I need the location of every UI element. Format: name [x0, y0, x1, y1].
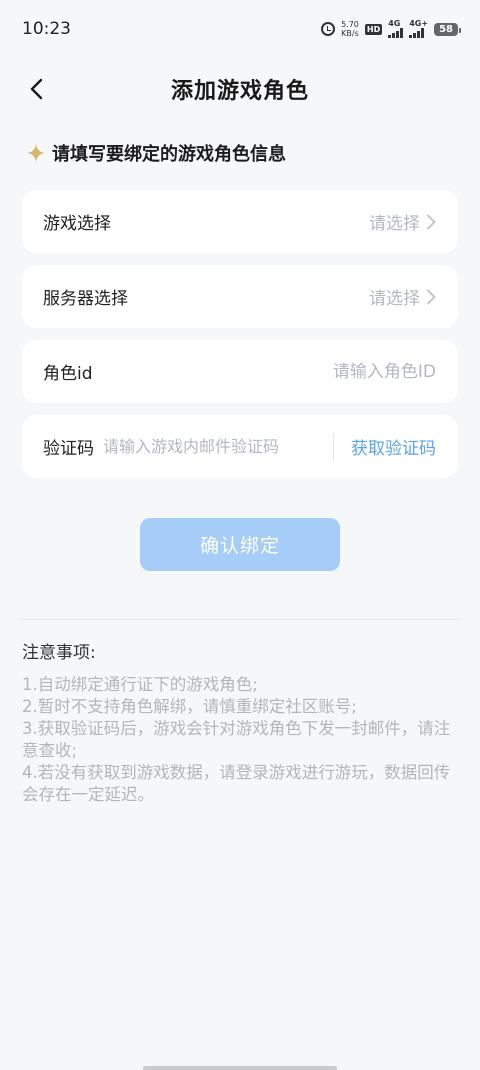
- signal-1-label: 4G: [388, 19, 401, 28]
- form-hint: 请填写要绑定的游戏角色信息: [26, 140, 286, 166]
- server-select-label: 服务器选择: [43, 289, 128, 309]
- game-select-label: 游戏选择: [43, 214, 111, 234]
- note-item: 2.暂时不支持角色解绑，请慎重绑定社区账号;: [22, 697, 357, 716]
- game-select-row[interactable]: 游戏选择 请选择: [22, 190, 458, 253]
- back-button[interactable]: [22, 74, 52, 104]
- signal-2: 4G+: [409, 20, 428, 38]
- status-bar: 10:23 5.70 KB/s HD 4G 4G+ 58: [0, 0, 480, 58]
- chevron-left-icon: [30, 78, 43, 100]
- battery-icon: 58: [434, 22, 461, 36]
- home-indicator[interactable]: [143, 1066, 337, 1070]
- get-code-button[interactable]: 获取验证码: [351, 434, 436, 459]
- chevron-right-icon: [426, 214, 436, 230]
- note-item: 3.获取验证码后，游戏会针对游戏角色下发一封邮件，请注意查收;: [22, 719, 451, 760]
- server-select-value: 请选择: [369, 289, 420, 309]
- game-select-value: 请选择: [369, 214, 420, 234]
- verify-code-input[interactable]: [103, 437, 313, 456]
- role-id-label: 角色id: [43, 364, 93, 384]
- signal-1: 4G: [388, 19, 404, 38]
- hd-icon: HD: [364, 23, 383, 35]
- signal-bars-icon: [409, 28, 425, 38]
- signal-2-label: 4G+: [409, 19, 429, 28]
- note-item: 1.自动绑定通行证下的游戏角色;: [22, 675, 258, 694]
- status-time: 10:23: [22, 19, 71, 39]
- header: 添加游戏角色: [0, 58, 480, 120]
- hint-text: 请填写要绑定的游戏角色信息: [52, 144, 286, 165]
- page-title: 添加游戏角色: [170, 79, 309, 104]
- notes-title: 注意事项:: [22, 643, 96, 663]
- game-select-control[interactable]: 请选择: [369, 209, 436, 234]
- server-select-row[interactable]: 服务器选择 请选择: [22, 265, 458, 328]
- alarm-icon: [321, 22, 336, 36]
- notes-list: 1.自动绑定通行证下的游戏角色; 2.暂时不支持角色解绑，请慎重绑定社区账号; …: [22, 674, 460, 806]
- verify-code-row: 验证码 获取验证码: [22, 415, 458, 478]
- divider: [22, 619, 458, 620]
- role-id-row: 角色id: [22, 340, 458, 403]
- server-select-control[interactable]: 请选择: [369, 284, 436, 309]
- note-item: 4.若没有获取到游戏数据，请登录游戏进行游玩，数据回传会存在一定延迟。: [22, 763, 451, 804]
- confirm-bind-button[interactable]: 确认绑定: [140, 518, 340, 571]
- role-id-input[interactable]: [216, 361, 436, 382]
- network-speed: 5.70 KB/s: [341, 20, 359, 38]
- network-speed-unit: KB/s: [341, 29, 359, 38]
- network-speed-value: 5.70: [341, 20, 359, 29]
- divider: [333, 433, 334, 460]
- verify-code-label: 验证码: [43, 439, 94, 459]
- status-icons: 5.70 KB/s HD 4G 4G+ 58: [321, 19, 461, 38]
- chevron-right-icon: [426, 289, 436, 305]
- sparkle-icon: [26, 143, 46, 163]
- signal-bars-icon: [388, 28, 404, 38]
